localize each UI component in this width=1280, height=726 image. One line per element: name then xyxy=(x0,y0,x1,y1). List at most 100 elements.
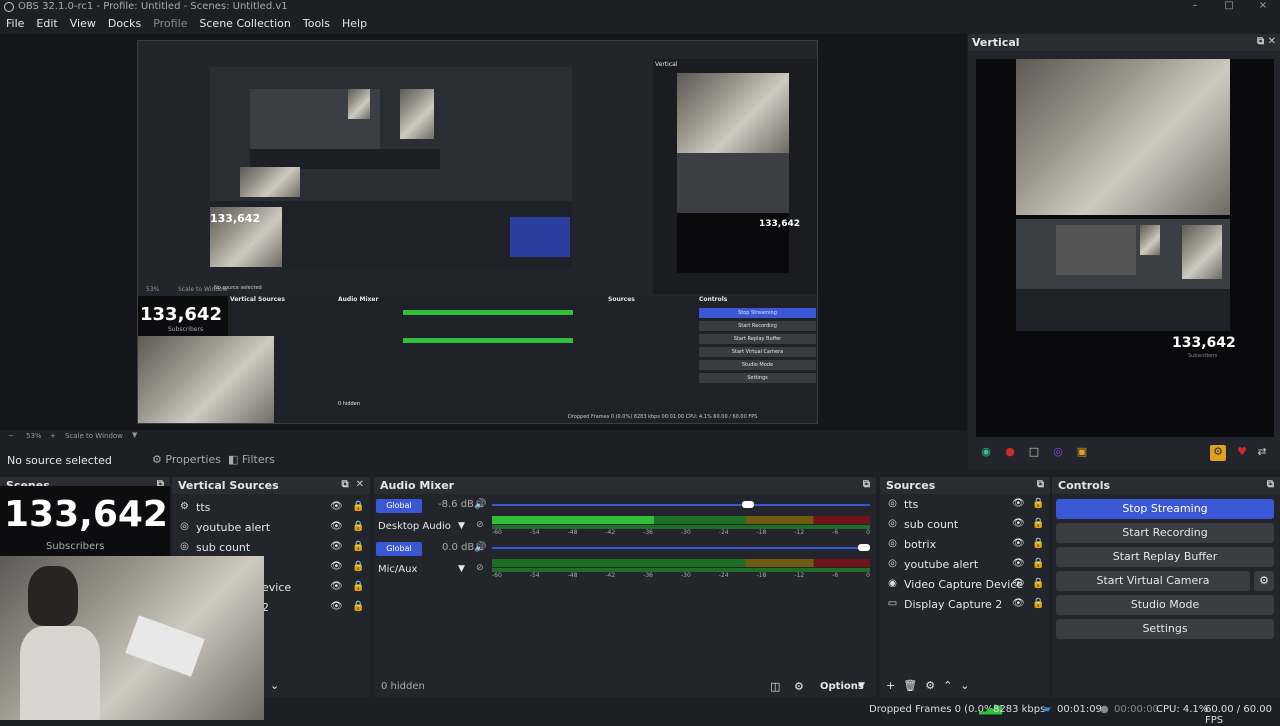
start-replay-buffer-button[interactable]: Start Replay Buffer xyxy=(1056,547,1274,567)
filters-button[interactable]: ◧ Filters xyxy=(222,451,281,469)
global-badge[interactable]: Global xyxy=(376,542,422,556)
source-row[interactable]: ◎ youtube alert 👁 🔒 xyxy=(880,555,1050,575)
audio-mixer-dock-controls[interactable]: ⧉ xyxy=(863,479,870,490)
lock-icon[interactable]: 🔒 xyxy=(1032,498,1044,509)
share-icon[interactable]: ⇄ xyxy=(1254,445,1270,461)
properties-button[interactable]: ⚙ Properties xyxy=(146,451,227,469)
options-chevron-icon[interactable]: ▼ xyxy=(858,681,865,691)
channel-chevron-icon[interactable]: ▼ xyxy=(458,564,465,574)
close-window-button[interactable]: × xyxy=(1246,0,1280,11)
lock-icon[interactable]: 🔒 xyxy=(352,521,364,532)
eye-icon[interactable]: 👁 xyxy=(1012,558,1025,569)
sources-dock-controls[interactable]: ⧉ xyxy=(1037,479,1044,490)
vertical-source-row[interactable]: ⚙ tts 👁 🔒 xyxy=(172,498,370,518)
source-row[interactable]: ◎ tts 👁 🔒 xyxy=(880,495,1050,515)
menu-help[interactable]: Help xyxy=(336,15,373,33)
zoom-in-icon[interactable]: + xyxy=(50,432,56,440)
eye-icon[interactable]: 👁 xyxy=(330,581,343,592)
eye-icon[interactable]: 👁 xyxy=(330,561,343,572)
mute-icon[interactable]: ⊘ xyxy=(476,563,484,573)
source-row[interactable]: ◎ sub count 👁 🔒 xyxy=(880,515,1050,535)
minimize-button[interactable]: – xyxy=(1178,0,1212,11)
eye-icon[interactable]: 👁 xyxy=(1012,498,1025,509)
source-name: tts xyxy=(904,498,919,511)
heart-icon[interactable]: ♥ xyxy=(1234,445,1250,461)
advanced-audio-icon[interactable]: ⚙ xyxy=(794,680,804,693)
vertical-dock-controls[interactable]: ⧉ ✕ xyxy=(1257,36,1276,47)
lock-icon[interactable]: 🔒 xyxy=(1032,538,1044,549)
source-row[interactable]: ▭ Display Capture 2 👁 🔒 xyxy=(880,595,1050,615)
menu-tools[interactable]: Tools xyxy=(297,15,336,33)
volume-slider-handle[interactable] xyxy=(742,501,754,508)
vertical-sources-dock-controls[interactable]: ⧉ ✕ xyxy=(342,479,364,490)
eye-icon[interactable]: 👁 xyxy=(330,541,343,552)
menu-docks[interactable]: Docks xyxy=(102,15,147,33)
speaker-icon[interactable]: 🔊 xyxy=(474,542,486,553)
record-icon[interactable]: ● xyxy=(1002,445,1018,461)
meter-ticks: -60 -54 -48 -42 -36 -30 -24 -18 -12 -6 0 xyxy=(492,572,870,579)
settings-button[interactable]: Settings xyxy=(1056,619,1274,639)
start-recording-button[interactable]: Start Recording xyxy=(1056,523,1274,543)
scale-select[interactable]: Scale to Window xyxy=(65,432,123,440)
eye-icon[interactable]: 👁 xyxy=(1012,518,1025,529)
eye-icon[interactable]: 👁 xyxy=(330,601,343,612)
add-icon[interactable]: + xyxy=(886,679,895,692)
lock-icon[interactable]: 🔒 xyxy=(1032,578,1044,589)
lock-icon[interactable]: 🔒 xyxy=(352,601,364,612)
lock-icon[interactable]: 🔒 xyxy=(1032,518,1044,529)
menu-view[interactable]: View xyxy=(64,15,102,33)
speaker-icon[interactable]: 🔊 xyxy=(474,499,486,510)
menu-edit[interactable]: Edit xyxy=(30,15,63,33)
level-meter-fill xyxy=(492,516,654,524)
vertical-source-row[interactable]: ◎ youtube alert 👁 🔒 xyxy=(172,518,370,538)
source-row[interactable]: ◎ botrix 👁 🔒 xyxy=(880,535,1050,555)
studio-mode-button[interactable]: Studio Mode xyxy=(1056,595,1274,615)
lock-icon[interactable]: 🔒 xyxy=(1032,598,1044,609)
vcam-icon[interactable]: ▣ xyxy=(1074,445,1090,461)
source-row[interactable]: ◉ Video Capture Device 👁 🔒 xyxy=(880,575,1050,595)
gear-icon[interactable]: ⚙ xyxy=(925,679,935,692)
layout-icon[interactable]: ◫ xyxy=(770,680,780,693)
lock-icon[interactable]: 🔒 xyxy=(352,581,364,592)
vcam-settings-gear-icon[interactable]: ⚙ xyxy=(1254,571,1274,591)
volume-slider[interactable] xyxy=(492,547,870,549)
vertical-canvas[interactable]: 133,642 Subscribers xyxy=(976,59,1274,437)
lock-icon[interactable]: 🔒 xyxy=(352,561,364,572)
scale-chevron-down-icon[interactable]: ▼ xyxy=(132,431,137,439)
eye-icon[interactable]: 👁 xyxy=(330,501,343,512)
menu-file[interactable]: File xyxy=(0,15,30,33)
move-down-icon[interactable]: ⌄ xyxy=(960,679,969,692)
trash-icon[interactable]: 🗑 xyxy=(903,679,917,692)
zoom-out-icon[interactable]: − xyxy=(8,432,14,440)
mute-icon[interactable]: ⊘ xyxy=(476,520,484,530)
vertical-nested-capture xyxy=(1016,219,1230,331)
stop-streaming-button[interactable]: Stop Streaming xyxy=(1056,499,1274,519)
volume-slider-handle[interactable] xyxy=(858,544,870,551)
lock-icon[interactable]: 🔒 xyxy=(1032,558,1044,569)
maximize-button[interactable]: □ xyxy=(1212,0,1246,11)
source-toolbar: No source selected ⚙ Properties ◧ Filter… xyxy=(0,449,967,471)
sources-header: Sources ⧉ xyxy=(880,477,1050,494)
chevron-down-icon[interactable]: ⌄ xyxy=(270,679,279,692)
channel-db: -8.6 dB xyxy=(438,499,474,510)
eye-icon[interactable]: 👁 xyxy=(1012,578,1025,589)
eye-icon[interactable]: 👁 xyxy=(1012,598,1025,609)
replay-icon[interactable]: ◎ xyxy=(1050,445,1066,461)
vertical-source-row[interactable]: ◎ sub count 👁 🔒 xyxy=(172,538,370,558)
channel-chevron-icon[interactable]: ▼ xyxy=(458,521,465,531)
eye-icon[interactable]: 👁 xyxy=(330,521,343,532)
move-up-icon[interactable]: ⌃ xyxy=(943,679,952,692)
stream-icon[interactable]: ◉ xyxy=(978,445,994,461)
global-badge[interactable]: Global xyxy=(376,499,422,513)
lock-icon[interactable]: 🔒 xyxy=(352,541,364,552)
lock-icon[interactable]: 🔒 xyxy=(352,501,364,512)
eye-icon[interactable]: 👁 xyxy=(1012,538,1025,549)
volume-slider[interactable] xyxy=(492,504,870,506)
settings-gear-icon[interactable]: ⚙ xyxy=(1210,445,1226,461)
stop-icon[interactable]: □ xyxy=(1026,445,1042,461)
start-virtual-camera-button[interactable]: Start Virtual Camera xyxy=(1056,571,1250,591)
controls-dock-controls[interactable]: ⧉ xyxy=(1267,479,1274,490)
menu-profile[interactable]: Profile xyxy=(147,15,193,33)
menu-scene-collection[interactable]: Scene Collection xyxy=(193,15,296,33)
globe-icon: ◎ xyxy=(180,541,189,552)
